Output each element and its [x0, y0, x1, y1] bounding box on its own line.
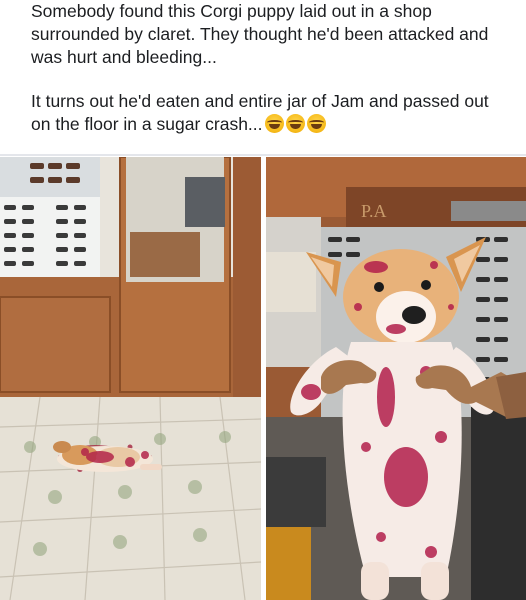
corgi-held-up-image: P.A	[266, 157, 526, 600]
post-text-paragraph-2-text: It turns out he'd eaten and entire jar o…	[31, 91, 489, 134]
post-text-paragraph-2: It turns out he'd eaten and entire jar o…	[31, 90, 511, 136]
social-post: Somebody found this Corgi puppy laid out…	[0, 0, 526, 600]
corgi-held-up-photo[interactable]: P.A	[266, 157, 526, 600]
post-text-paragraph-1: Somebody found this Corgi puppy laid out…	[31, 1, 489, 67]
laughing-emoji-icon	[264, 114, 284, 133]
laughing-emoji-icon	[285, 114, 305, 133]
laughing-emoji-icon	[306, 114, 326, 133]
post-body: Somebody found this Corgi puppy laid out…	[31, 0, 511, 136]
corgi-on-floor-photo[interactable]	[0, 157, 261, 600]
corgi-on-floor-image	[0, 157, 261, 600]
divider	[0, 154, 526, 156]
shop-sign-text: P.A	[361, 201, 387, 221]
